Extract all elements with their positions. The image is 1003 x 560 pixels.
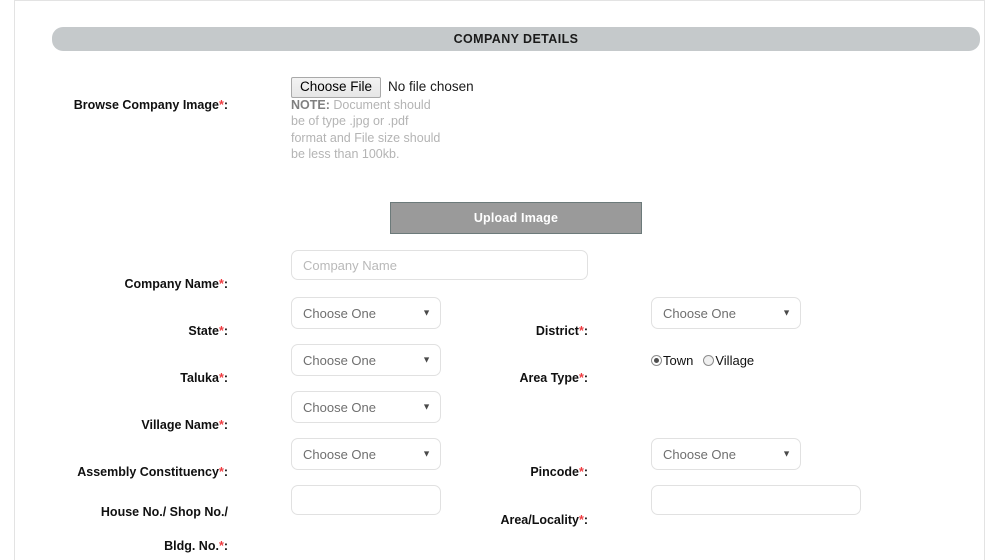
section-title: COMPANY DETAILS (454, 32, 579, 46)
area-type-option-village[interactable]: Village (703, 353, 754, 368)
label-text: Pincode (530, 465, 579, 479)
label-colon: : (584, 465, 588, 479)
label-area-type: Area Type*: (258, 353, 588, 387)
label-text: Area/Locality (500, 513, 579, 527)
label-colon: : (224, 371, 228, 385)
label-village-name: Village Name*: (0, 400, 228, 434)
label-text: District (536, 324, 579, 338)
area-locality-input[interactable] (651, 485, 861, 515)
label-text-line1: House No./ Shop No./ (101, 505, 228, 519)
label-taluka: Taluka*: (0, 353, 228, 387)
label-colon: : (584, 513, 588, 527)
village-name-selected-value: Choose One (303, 400, 376, 415)
label-company-name: Company Name*: (0, 259, 228, 293)
radio-village-indicator[interactable] (703, 355, 714, 366)
pincode-selected-value: Choose One (663, 447, 736, 462)
label-colon: : (224, 539, 228, 553)
upload-image-button[interactable]: Upload Image (390, 202, 642, 234)
note-keyword: NOTE: (291, 98, 330, 112)
label-area-locality: Area/Locality*: (258, 495, 588, 529)
label-pincode: Pincode*: (258, 447, 588, 481)
label-house-no: House No./ Shop No./ Bldg. No.*: (0, 487, 228, 555)
no-file-chosen-text: No file chosen (388, 77, 474, 97)
radio-town-label: Town (663, 353, 693, 368)
label-colon: : (224, 277, 228, 291)
label-colon: : (224, 98, 228, 112)
label-colon: : (224, 465, 228, 479)
label-district: District*: (258, 306, 588, 340)
area-type-radio-group[interactable]: Town Village (651, 344, 754, 376)
chevron-down-icon: ▼ (782, 450, 791, 459)
radio-village-label: Village (715, 353, 754, 368)
choose-file-button[interactable]: Choose File (291, 77, 381, 98)
chevron-down-icon: ▼ (422, 403, 431, 412)
label-text: Taluka (180, 371, 219, 385)
label-text: Company Name (124, 277, 218, 291)
company-name-input[interactable] (291, 250, 588, 280)
district-select[interactable]: Choose One ▼ (651, 297, 801, 329)
radio-town-indicator[interactable] (651, 355, 662, 366)
file-format-note: NOTE: Document should be of type .jpg or… (291, 97, 441, 163)
file-input-row[interactable]: Choose File No file chosen (291, 77, 474, 98)
area-type-option-town[interactable]: Town (651, 353, 693, 368)
chevron-down-icon: ▼ (782, 309, 791, 318)
label-text: Area Type (519, 371, 579, 385)
label-assembly-constituency: Assembly Constituency*: (0, 447, 228, 481)
label-colon: : (224, 324, 228, 338)
label-text-line2: Bldg. No. (164, 539, 219, 553)
district-selected-value: Choose One (663, 306, 736, 321)
label-text: Village Name (141, 418, 219, 432)
label-colon: : (224, 418, 228, 432)
label-browse-company-image: Browse Company Image*: (0, 80, 228, 114)
label-state: State*: (0, 306, 228, 340)
label-text: State (188, 324, 219, 338)
village-name-select[interactable]: Choose One ▼ (291, 391, 441, 423)
label-text: Assembly Constituency (77, 465, 219, 479)
section-header-bar: COMPANY DETAILS (52, 27, 980, 51)
page-frame: COMPANY DETAILS Browse Company Image*: C… (14, 0, 985, 560)
pincode-select[interactable]: Choose One ▼ (651, 438, 801, 470)
label-text: Browse Company Image (74, 98, 219, 112)
label-colon: : (584, 371, 588, 385)
label-colon: : (584, 324, 588, 338)
